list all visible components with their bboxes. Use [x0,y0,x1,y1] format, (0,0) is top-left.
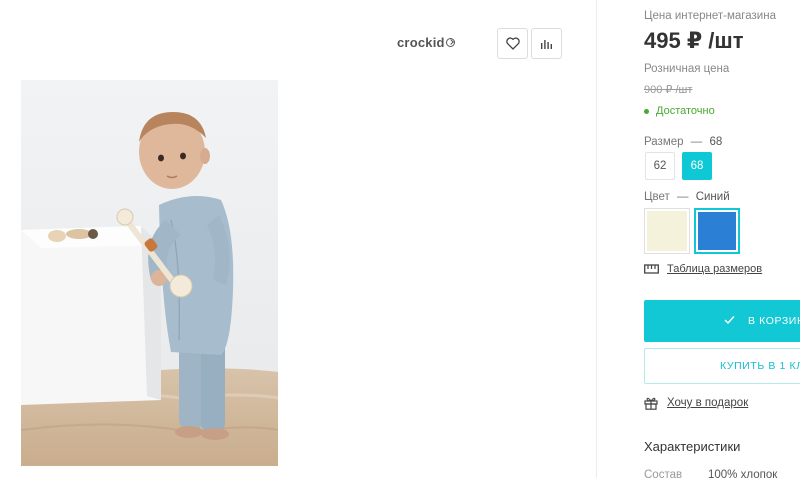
size-table-link[interactable]: Таблица размеров [644,263,762,275]
brand-name: crockid [397,35,445,50]
characteristics-row: Состав 100% хлопок [644,469,777,478]
favorite-button[interactable] [497,28,528,59]
color-swatch-blue[interactable] [694,208,740,254]
add-to-cart-button[interactable]: В КОРЗИН [644,300,800,342]
bar-chart-icon [541,39,552,49]
buy-one-click-button[interactable]: КУПИТЬ В 1 КЛ [644,348,800,384]
product-photo[interactable] [21,80,278,466]
size-table-label: Таблица размеров [667,263,763,275]
add-to-cart-label: В КОРЗИН [748,315,800,327]
brand-logo: crockid [397,35,455,50]
price-caption: Цена интернет-магазина [644,10,776,22]
color-label: Цвет — Синий [644,191,730,203]
size-option-68[interactable]: 68 [682,152,712,180]
characteristic-value: 100% хлопок [708,469,778,478]
retail-price-caption: Розничная цена [644,63,730,75]
baby-photo-illustration [21,80,278,466]
color-label-text: Цвет [644,191,670,203]
stock-status: Достаточно [644,105,715,117]
color-swatch-fill [698,212,736,250]
brand-logo-icon [445,38,455,47]
size-label-text: Размер [644,136,684,148]
size-selected-value: 68 [709,136,723,148]
size-label: Размер — 68 [644,136,722,148]
size-separator: — [690,136,703,148]
stock-indicator-icon [644,108,649,114]
column-divider [596,0,597,478]
gift-link[interactable]: Хочу в подарок [644,396,748,410]
price-value: 495 ₽ /шт [644,28,744,53]
characteristics-title: Характеристики [644,439,741,454]
retail-price-value: 900 ₽ /шт [644,84,693,96]
characteristic-name: Состав [644,469,683,478]
stock-label: Достаточно [656,105,715,117]
color-swatch-fill [647,211,687,251]
compare-button[interactable] [531,28,562,59]
heart-icon [505,37,520,50]
gift-label: Хочу в подарок [667,397,749,409]
color-selected-value: Синий [695,191,730,203]
gift-icon [644,397,658,410]
color-separator: — [676,191,689,203]
color-swatch-cream[interactable] [644,208,690,254]
check-icon [724,316,735,325]
ruler-icon [644,264,659,274]
size-option-62[interactable]: 62 [645,152,675,180]
